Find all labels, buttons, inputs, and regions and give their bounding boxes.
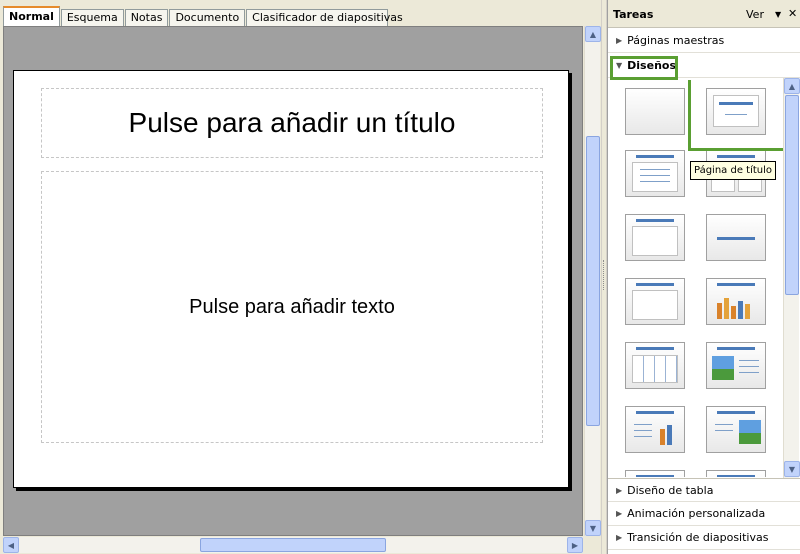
layout-tooltip: Página de título	[690, 161, 777, 180]
layout-title-table[interactable]	[625, 342, 685, 389]
section-label: Animación personalizada	[627, 507, 766, 520]
layout-title-object[interactable]	[625, 278, 685, 325]
scroll-thumb[interactable]	[785, 95, 799, 295]
layout-blank[interactable]	[625, 88, 685, 135]
section-slide-transition[interactable]: ▶ Transición de diapositivas	[608, 526, 800, 550]
slide-workspace: Pulse para añadir un título Pulse para a…	[3, 26, 583, 536]
scroll-right-icon[interactable]: ▶	[567, 537, 583, 553]
layout-more-1[interactable]	[625, 470, 685, 477]
tab-outline[interactable]: Esquema	[60, 9, 124, 26]
scroll-left-icon[interactable]: ◀	[3, 537, 19, 553]
slide-editor-area: Normal Esquema Notas Documento Clasifica…	[0, 0, 601, 554]
selected-layout-highlight	[688, 80, 783, 151]
layout-more-2[interactable]	[706, 470, 766, 477]
tab-normal[interactable]: Normal	[3, 6, 60, 26]
task-pane-title: Tareas	[613, 8, 654, 21]
task-pane: Tareas Ver ▼ ✕ ▶ Páginas maestras ▼ Dise…	[607, 0, 800, 554]
tab-handout[interactable]: Documento	[169, 9, 246, 26]
scroll-up-icon[interactable]: ▲	[585, 26, 601, 42]
section-master-pages[interactable]: ▶ Páginas maestras	[608, 29, 800, 53]
expand-arrow-icon: ▶	[616, 509, 623, 518]
section-label: Páginas maestras	[627, 34, 725, 47]
layout-text-clipart[interactable]	[706, 406, 766, 453]
section-label: Diseño de tabla	[627, 483, 714, 497]
h-scroll-thumb[interactable]	[200, 538, 386, 552]
task-pane-header: Tareas Ver ▼ ✕	[608, 0, 800, 28]
expand-arrow-icon: ▶	[616, 36, 623, 45]
section-layouts[interactable]: ▼ Diseños	[608, 54, 800, 80]
section-label: Transición de diapositivas	[627, 531, 769, 544]
scroll-up-icon[interactable]: ▲	[784, 78, 800, 94]
dropdown-arrow-icon[interactable]: ▼	[775, 10, 781, 19]
section-custom-animation[interactable]: ▶ Animación personalizada	[608, 502, 800, 526]
editor-vertical-scrollbar[interactable]: ▲ ▼	[584, 26, 601, 536]
scroll-down-icon[interactable]: ▼	[784, 461, 800, 477]
layout-centered-text[interactable]	[706, 214, 766, 261]
body-placeholder[interactable]: Pulse para añadir texto	[41, 171, 543, 443]
tab-notes[interactable]: Notas	[124, 9, 169, 26]
scroll-down-icon[interactable]: ▼	[585, 520, 601, 536]
pane-vertical-scrollbar[interactable]: ▲ ▼	[783, 78, 800, 478]
slide-canvas[interactable]: Pulse para añadir un título Pulse para a…	[13, 70, 569, 488]
layout-title-chart[interactable]	[706, 278, 766, 325]
section-table-design[interactable]: ▶ Diseño de tabla	[608, 478, 800, 502]
tab-slide-sorter[interactable]: Clasificador de diapositivas	[246, 9, 403, 26]
close-icon[interactable]: ✕	[788, 7, 797, 20]
expand-arrow-icon: ▶	[616, 533, 623, 542]
view-menu-button[interactable]: Ver	[746, 8, 764, 21]
layout-title-clipart-text[interactable]	[706, 342, 766, 389]
layout-text-chart[interactable]	[625, 406, 685, 453]
layout-title-content[interactable]	[625, 150, 685, 197]
expand-arrow-icon: ▶	[616, 485, 623, 495]
scroll-thumb[interactable]	[586, 136, 600, 426]
view-tabs: Normal Esquema Notas Documento Clasifica…	[3, 6, 403, 26]
layout-title-only[interactable]	[625, 214, 685, 261]
highlight-box	[610, 56, 678, 80]
grip-icon	[603, 260, 605, 290]
layouts-gallery	[608, 80, 783, 477]
title-placeholder[interactable]: Pulse para añadir un título	[41, 88, 543, 158]
editor-horizontal-scrollbar[interactable]: ◀ ▶	[3, 537, 583, 553]
